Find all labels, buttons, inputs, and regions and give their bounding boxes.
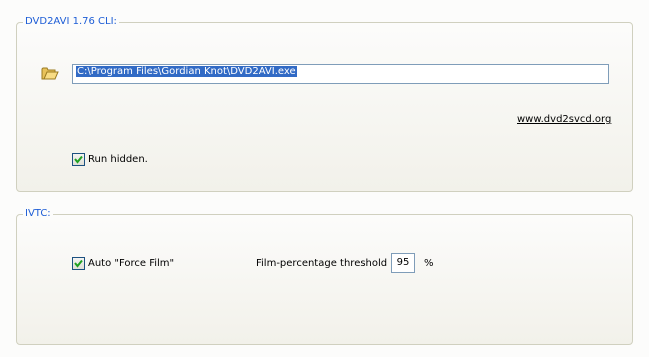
- checkmark-icon: [74, 155, 83, 164]
- run-hidden-label[interactable]: Run hidden.: [88, 153, 148, 166]
- checkmark-icon: [74, 259, 83, 268]
- ivtc-group-title: IVTC:: [23, 208, 53, 220]
- auto-force-film-label[interactable]: Auto "Force Film": [88, 257, 174, 270]
- dvd2avi-group: DVD2AVI 1.76 CLI:: [16, 16, 633, 192]
- ivtc-group: IVTC:: [16, 208, 633, 345]
- run-hidden-checkbox[interactable]: [72, 153, 85, 166]
- auto-force-film-checkbox[interactable]: [72, 257, 85, 270]
- dvd2avi-group-title: DVD2AVI 1.76 CLI:: [23, 16, 119, 28]
- threshold-label: Film-percentage threshold: [256, 258, 388, 269]
- dvd2svcd-link[interactable]: www.dvd2svcd.org: [517, 114, 611, 125]
- dvd2avi-path-field[interactable]: C:\Program Files\Gordian Knot\DVD2AVI.ex…: [72, 64, 609, 84]
- dvd2avi-path-text: C:\Program Files\Gordian Knot\DVD2AVI.ex…: [76, 66, 297, 77]
- threshold-unit: %: [424, 258, 434, 269]
- threshold-input[interactable]: 95: [391, 253, 415, 273]
- folder-open-icon[interactable]: [41, 66, 59, 80]
